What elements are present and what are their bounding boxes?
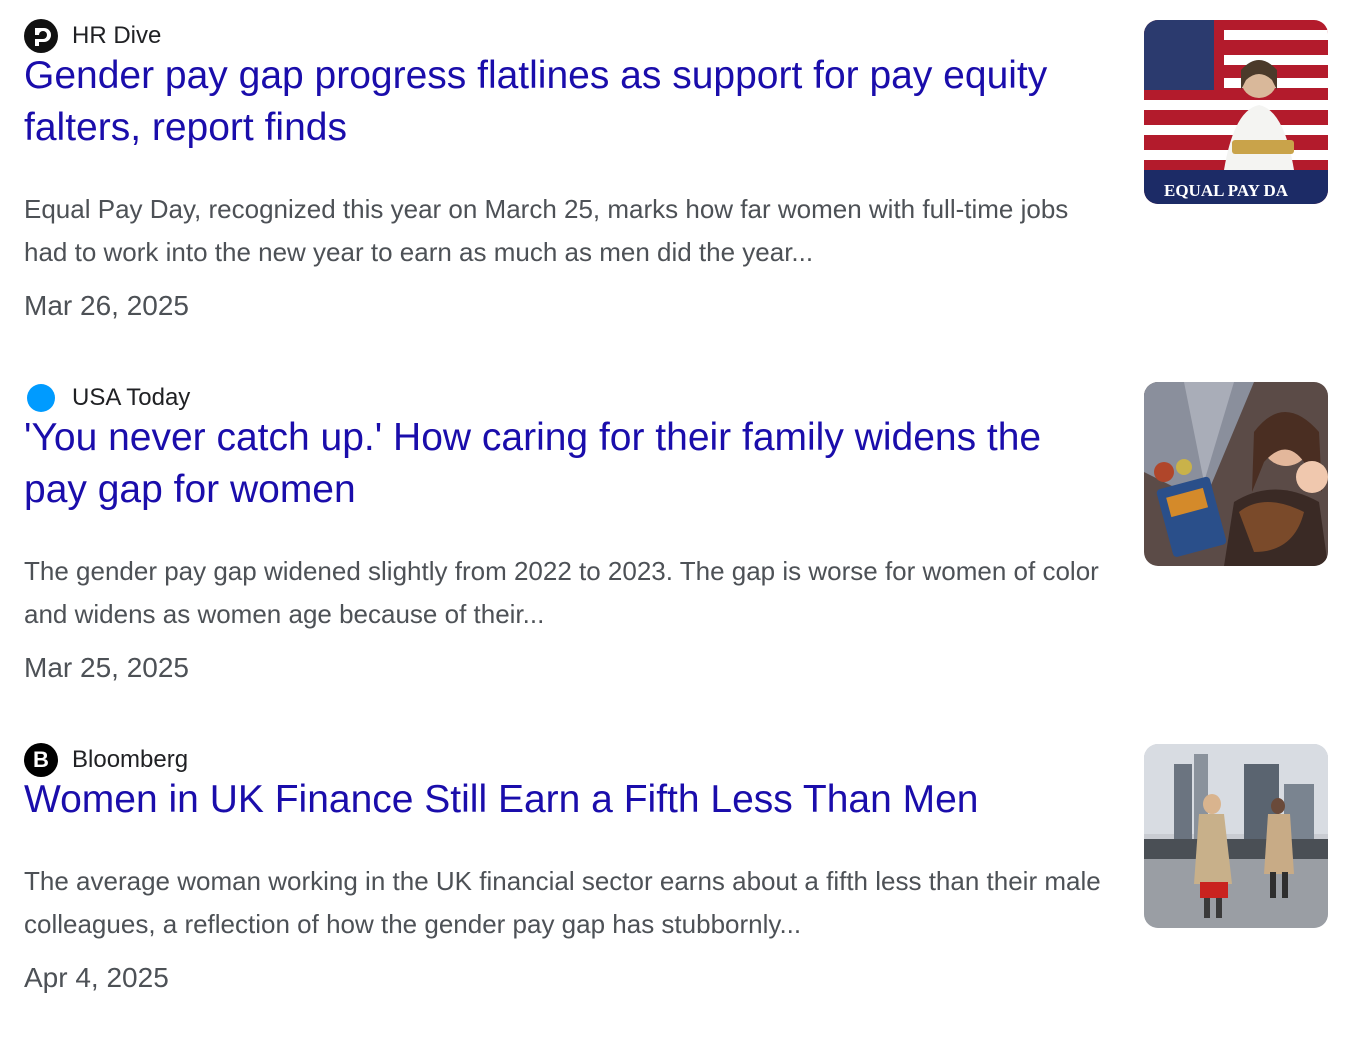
news-result-item[interactable]: USA Today 'You never catch up.' How cari… bbox=[0, 362, 1358, 692]
hr-dive-logo-icon bbox=[24, 19, 58, 53]
thumbnail-caption: EQUAL PAY DA bbox=[1164, 181, 1289, 200]
article-snippet: The gender pay gap widened slightly from… bbox=[24, 556, 1099, 629]
article-date: Mar 25, 2025 bbox=[24, 652, 189, 683]
article-thumbnail[interactable] bbox=[1144, 744, 1328, 928]
article-title-link[interactable]: Women in UK Finance Still Earn a Fifth L… bbox=[24, 774, 1114, 826]
source-name: HR Dive bbox=[72, 22, 162, 49]
source-name: Bloomberg bbox=[72, 746, 189, 773]
news-result-item[interactable]: HR Dive Gender pay gap progress flatline… bbox=[0, 0, 1358, 330]
article-title-link[interactable]: 'You never catch up.' How caring for the… bbox=[24, 412, 1114, 516]
news-result-item[interactable]: B Bloomberg Women in UK Finance Still Ea… bbox=[0, 724, 1358, 1054]
source-name: USA Today bbox=[72, 384, 191, 411]
bloomberg-logo-letter: B bbox=[33, 747, 49, 772]
article-date: Apr 4, 2025 bbox=[24, 962, 169, 993]
article-date: Mar 26, 2025 bbox=[24, 290, 189, 321]
article-snippet: The average woman working in the UK fina… bbox=[24, 866, 1101, 939]
usa-today-dot-icon bbox=[24, 381, 58, 415]
article-snippet: Equal Pay Day, recognized this year on M… bbox=[24, 194, 1069, 267]
bloomberg-logo-icon: B bbox=[24, 743, 58, 777]
article-thumbnail[interactable]: EQUAL PAY DA bbox=[1144, 20, 1328, 204]
article-title-link[interactable]: Gender pay gap progress flatlines as sup… bbox=[24, 50, 1114, 154]
article-thumbnail[interactable] bbox=[1144, 382, 1328, 566]
